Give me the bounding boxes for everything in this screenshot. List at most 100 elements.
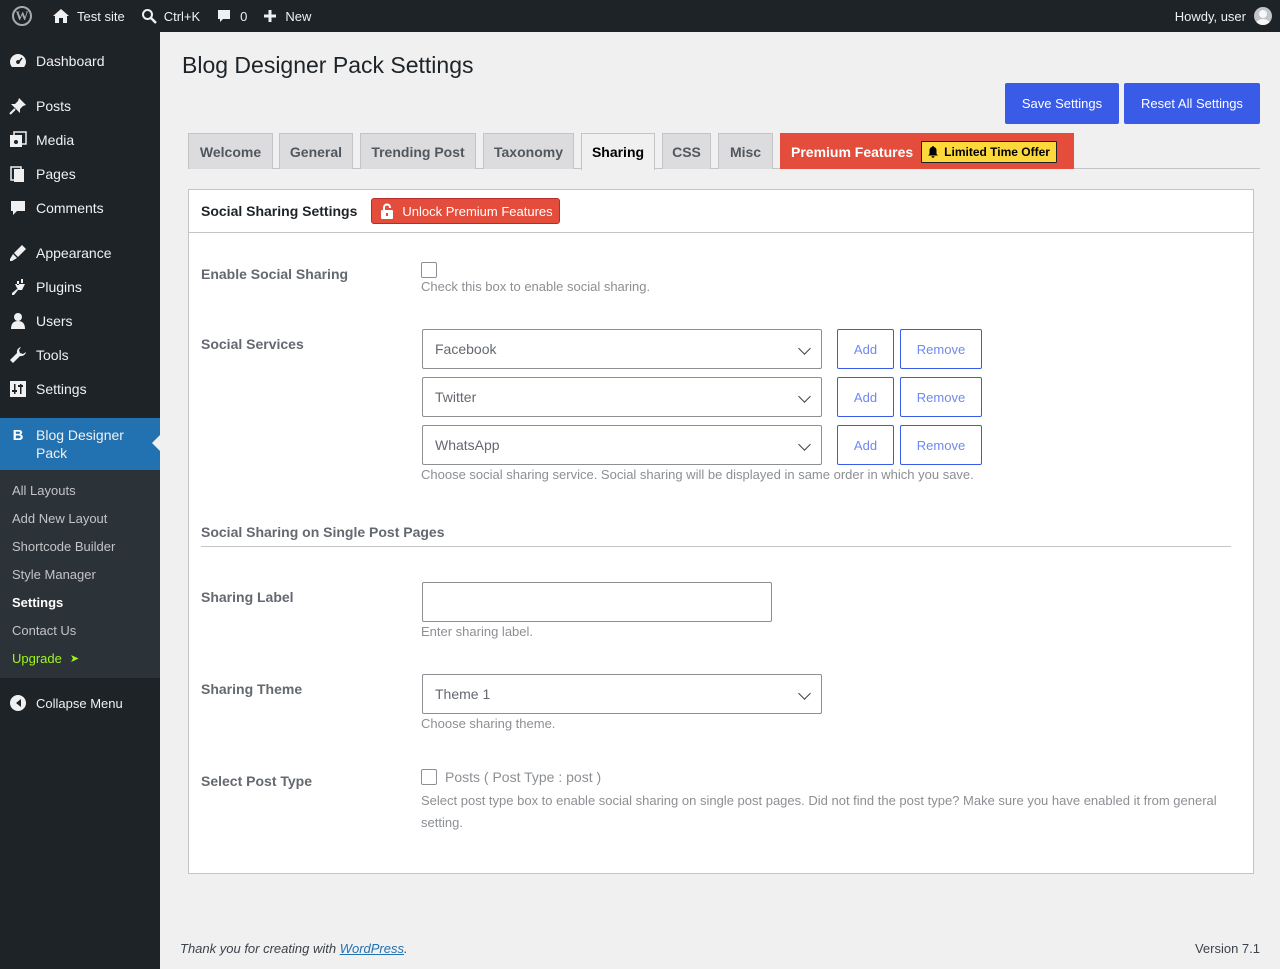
- submenu-style-manager[interactable]: Style Manager: [0, 560, 160, 588]
- tab-general[interactable]: General: [279, 133, 353, 169]
- plus-icon: [264, 10, 277, 22]
- sidebar-item-appearance[interactable]: Appearance: [0, 236, 160, 270]
- chevron-down-icon: [798, 342, 811, 355]
- page-title: Blog Designer Pack Settings: [182, 52, 474, 78]
- new-label: New: [285, 8, 312, 24]
- sharing-label-input[interactable]: [422, 582, 772, 622]
- tab-sharing[interactable]: Sharing: [581, 133, 655, 170]
- submenu-all-layouts[interactable]: All Layouts: [0, 476, 160, 504]
- reset-all-settings-button[interactable]: Reset All Settings: [1124, 83, 1260, 124]
- submenu-contact-us[interactable]: Contact Us: [0, 616, 160, 644]
- sidebar-item-comments[interactable]: Comments: [0, 191, 160, 225]
- remove-service-button-2[interactable]: Remove: [900, 377, 982, 417]
- social-service-select-2[interactable]: Twitter: [422, 377, 822, 417]
- tab-css[interactable]: CSS: [662, 133, 711, 169]
- plugin-icon: [8, 277, 28, 297]
- sidebar-item-tools[interactable]: Tools: [0, 338, 160, 372]
- lock-icon: [381, 203, 394, 219]
- chevron-down-icon: [798, 687, 811, 700]
- pushpin-icon: [8, 96, 28, 116]
- site-name-label: Test site: [77, 8, 125, 24]
- command-palette-button[interactable]: Ctrl+K: [133, 0, 208, 32]
- chevron-down-icon: [798, 438, 811, 451]
- sidebar-item-pages[interactable]: Pages: [0, 157, 160, 191]
- wordpress-logo-menu[interactable]: W: [0, 0, 44, 32]
- sidebar-item-posts[interactable]: Posts: [0, 89, 160, 123]
- new-content-menu[interactable]: New: [255, 0, 319, 32]
- collapse-menu-label: Collapse Menu: [36, 695, 123, 711]
- submenu-add-new-layout[interactable]: Add New Layout: [0, 504, 160, 532]
- remove-service-button-3[interactable]: Remove: [900, 425, 982, 465]
- sidebar-item-label: Posts: [36, 98, 72, 114]
- dashboard-icon: [8, 51, 28, 71]
- footer-version: Version 7.1: [1194, 941, 1260, 956]
- add-service-button-1[interactable]: Add: [837, 329, 894, 369]
- sharing-theme-desc: Choose sharing theme.: [421, 716, 556, 731]
- select-post-type-label: Select Post Type: [201, 773, 313, 789]
- settings-tabs: Welcome General Trending Post Taxonomy S…: [188, 133, 1260, 170]
- comments-count: 0: [240, 8, 248, 24]
- select-value: WhatsApp: [435, 437, 500, 453]
- sidebar-item-label: Appearance: [36, 245, 112, 261]
- sidebar-item-label: Settings: [36, 381, 87, 397]
- social-service-select-1[interactable]: Facebook: [422, 329, 822, 369]
- blog-designer-pack-submenu: All Layouts Add New Layout Shortcode Bui…: [0, 470, 160, 678]
- add-service-button-3[interactable]: Add: [837, 425, 894, 465]
- submenu-settings[interactable]: Settings: [0, 588, 160, 616]
- sidebar-item-plugins[interactable]: Plugins: [0, 270, 160, 304]
- select-value: Facebook: [435, 341, 497, 357]
- social-services-desc: Choose social sharing service. Social sh…: [421, 467, 974, 482]
- comment-bubble-icon: [218, 10, 231, 22]
- media-icon: [8, 130, 28, 150]
- social-services-label: Social Services: [201, 336, 304, 352]
- wordpress-logo-icon: W: [12, 6, 32, 26]
- tab-welcome[interactable]: Welcome: [188, 133, 273, 169]
- remove-service-button-1[interactable]: Remove: [900, 329, 982, 369]
- post-type-posts-label: Posts ( Post Type : post ): [445, 769, 602, 785]
- wordpress-link[interactable]: WordPress: [340, 941, 404, 956]
- post-type-posts-checkbox[interactable]: [421, 769, 437, 785]
- sidebar-item-dashboard[interactable]: Dashboard: [0, 44, 160, 78]
- limited-time-offer-badge: Limited Time Offer: [921, 140, 1057, 163]
- my-account-menu[interactable]: Howdy, user: [1175, 7, 1280, 25]
- sidebar-item-settings[interactable]: Settings: [0, 372, 160, 406]
- premium-features-label: Premium Features: [791, 143, 914, 160]
- search-icon: [141, 9, 157, 24]
- select-post-type-desc: Select post type box to enable social sh…: [421, 793, 1217, 830]
- add-service-button-2[interactable]: Add: [837, 377, 894, 417]
- user-icon: [8, 311, 28, 331]
- tab-trending-post[interactable]: Trending Post: [360, 133, 476, 169]
- tab-misc[interactable]: Misc: [718, 133, 773, 169]
- collapse-menu-button[interactable]: Collapse Menu: [0, 686, 160, 720]
- blog-designer-pack-icon: B: [12, 427, 24, 444]
- comment-icon: [8, 198, 28, 218]
- save-settings-button[interactable]: Save Settings: [1005, 83, 1119, 124]
- sidebar-item-label: Dashboard: [36, 53, 105, 69]
- sidebar-item-media[interactable]: Media: [0, 123, 160, 157]
- howdy-text: Howdy, user: [1174, 8, 1246, 24]
- submenu-shortcode-builder[interactable]: Shortcode Builder: [0, 532, 160, 560]
- sharing-theme-select[interactable]: Theme 1: [422, 674, 822, 714]
- social-service-select-3[interactable]: WhatsApp: [422, 425, 822, 465]
- submenu-upgrade[interactable]: Upgrade ➤: [0, 644, 160, 672]
- sidebar-item-label: Comments: [36, 200, 104, 216]
- footer-thanks-suffix: .: [404, 941, 408, 956]
- tab-taxonomy[interactable]: Taxonomy: [483, 133, 574, 169]
- sidebar-item-users[interactable]: Users: [0, 304, 160, 338]
- select-value: Theme 1: [435, 686, 491, 702]
- chevron-down-icon: [798, 390, 811, 403]
- sidebar-item-label: Pages: [36, 166, 76, 182]
- upgrade-label: Upgrade: [12, 650, 62, 666]
- unlock-premium-label: Unlock Premium Features: [402, 203, 553, 219]
- sidebar-item-blog-designer-pack[interactable]: B Blog Designer Pack: [0, 418, 160, 470]
- search-shortcut-label: Ctrl+K: [163, 8, 201, 24]
- footer-thanks-prefix: Thank you for creating with: [180, 941, 340, 956]
- site-name-link[interactable]: Test site: [44, 0, 133, 32]
- unlock-premium-button[interactable]: Unlock Premium Features: [371, 198, 560, 224]
- wrench-icon: [8, 345, 28, 365]
- tab-premium-features[interactable]: Premium Features Limited Time Offer: [780, 133, 1074, 169]
- admin-sidebar: Dashboard Posts Media Pages Comments App…: [0, 32, 160, 969]
- sharing-label-desc: Enter sharing label.: [421, 624, 534, 639]
- panel-title: Social Sharing Settings: [201, 203, 358, 219]
- comments-link[interactable]: 0: [208, 0, 255, 32]
